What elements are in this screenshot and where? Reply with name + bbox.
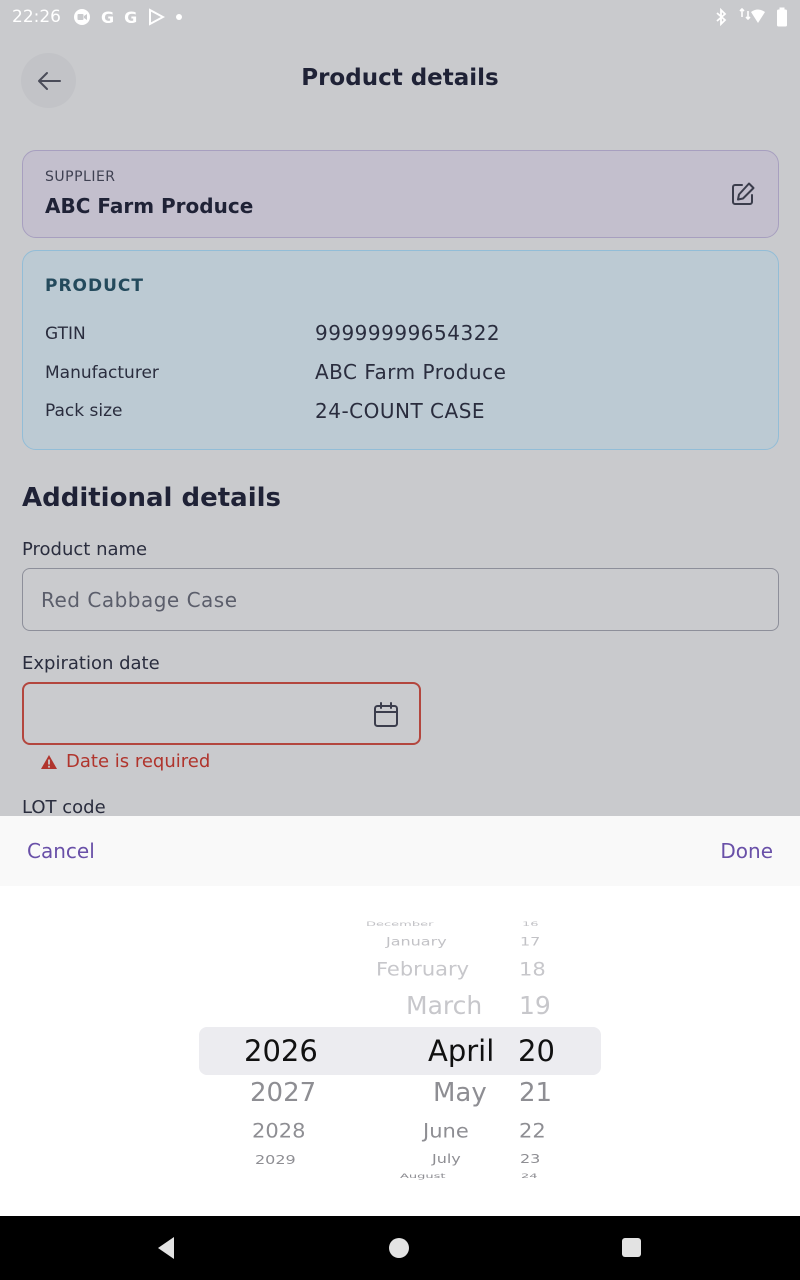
bluetooth-icon — [716, 8, 727, 26]
picker-day-item[interactable]: 22 — [519, 1121, 546, 1141]
supplier-label: SUPPLIER — [45, 169, 116, 185]
picker-year-item[interactable]: 2027 — [250, 1080, 316, 1106]
picker-month-item[interactable]: April — [428, 1037, 494, 1066]
supplier-name: ABC Farm Produce — [45, 194, 254, 218]
cancel-button[interactable]: Cancel — [27, 839, 95, 863]
picker-month-item[interactable]: August — [400, 1174, 446, 1180]
google-icon: G — [124, 7, 138, 27]
picker-day-item[interactable]: 18 — [519, 960, 546, 979]
edit-supplier-button[interactable] — [730, 181, 756, 211]
product-section-title: PRODUCT — [45, 276, 144, 296]
date-picker-toolbar: Cancel Done — [0, 816, 800, 886]
picker-day-item[interactable]: 21 — [519, 1080, 552, 1106]
product-card: PRODUCT GTIN 99999999654322 Manufacturer… — [22, 250, 779, 450]
picker-day-item[interactable]: 19 — [519, 993, 551, 1018]
manufacturer-label: Manufacturer — [45, 363, 159, 383]
picker-month-item[interactable]: March — [406, 993, 482, 1018]
camera-icon — [74, 9, 90, 25]
play-store-icon — [149, 8, 166, 26]
pack-size-label: Pack size — [45, 401, 123, 421]
lot-code-label: LOT code — [22, 797, 106, 818]
picker-day-item[interactable]: 24 — [521, 1174, 538, 1180]
picker-day-item[interactable]: 23 — [520, 1153, 540, 1165]
warning-icon — [41, 754, 57, 769]
date-error-text: Date is required — [66, 751, 211, 772]
picker-day-item[interactable]: 20 — [518, 1037, 555, 1066]
picker-year-item[interactable]: 2026 — [244, 1037, 318, 1066]
picker-month-item[interactable]: July — [432, 1153, 461, 1165]
expiration-date-label: Expiration date — [22, 653, 160, 674]
nav-recents-icon[interactable] — [622, 1238, 641, 1257]
manufacturer-value: ABC Farm Produce — [315, 360, 507, 384]
gtin-value: 99999999654322 — [315, 321, 501, 345]
dot-icon — [176, 14, 183, 20]
product-name-label: Product name — [22, 539, 148, 560]
battery-icon — [777, 7, 787, 27]
picker-month-item[interactable]: December — [366, 922, 433, 928]
product-name-value: Red Cabbage Case — [41, 587, 238, 612]
gtin-label: GTIN — [45, 324, 86, 344]
system-nav-bar — [0, 1216, 800, 1280]
picker-year-item[interactable]: 2029 — [255, 1154, 296, 1166]
supplier-card: SUPPLIER ABC Farm Produce — [22, 150, 779, 238]
date-error-message: Date is required — [40, 751, 210, 772]
expiration-date-input[interactable] — [22, 682, 421, 745]
status-time: 22:26 — [12, 7, 61, 27]
done-button[interactable]: Done — [720, 839, 773, 863]
picker-month-item[interactable]: June — [423, 1121, 469, 1141]
google-icon: G — [101, 7, 115, 27]
picker-day-item[interactable]: 16 — [522, 922, 539, 928]
picker-day-item[interactable]: 17 — [520, 936, 540, 947]
calendar-icon[interactable] — [373, 701, 399, 729]
picker-month-item[interactable]: May — [433, 1080, 487, 1106]
app-header: Product details — [0, 50, 800, 110]
product-name-input[interactable]: Red Cabbage Case — [22, 568, 779, 631]
picker-month-item[interactable]: February — [376, 960, 469, 979]
picker-month-item[interactable]: January — [386, 936, 447, 947]
picker-year-item[interactable]: 2028 — [252, 1121, 305, 1141]
page-title: Product details — [301, 65, 499, 91]
nav-back-icon[interactable] — [156, 1236, 176, 1260]
wifi-icon — [739, 8, 765, 23]
date-picker[interactable]: 2026 2027 2028 2029 December January Feb… — [0, 886, 800, 1216]
status-bar: 22:26 G G — [0, 0, 800, 34]
additional-details-title: Additional details — [22, 483, 281, 513]
nav-home-icon[interactable] — [389, 1238, 409, 1258]
edit-icon — [732, 182, 755, 205]
pack-size-value: 24-COUNT CASE — [315, 399, 486, 423]
